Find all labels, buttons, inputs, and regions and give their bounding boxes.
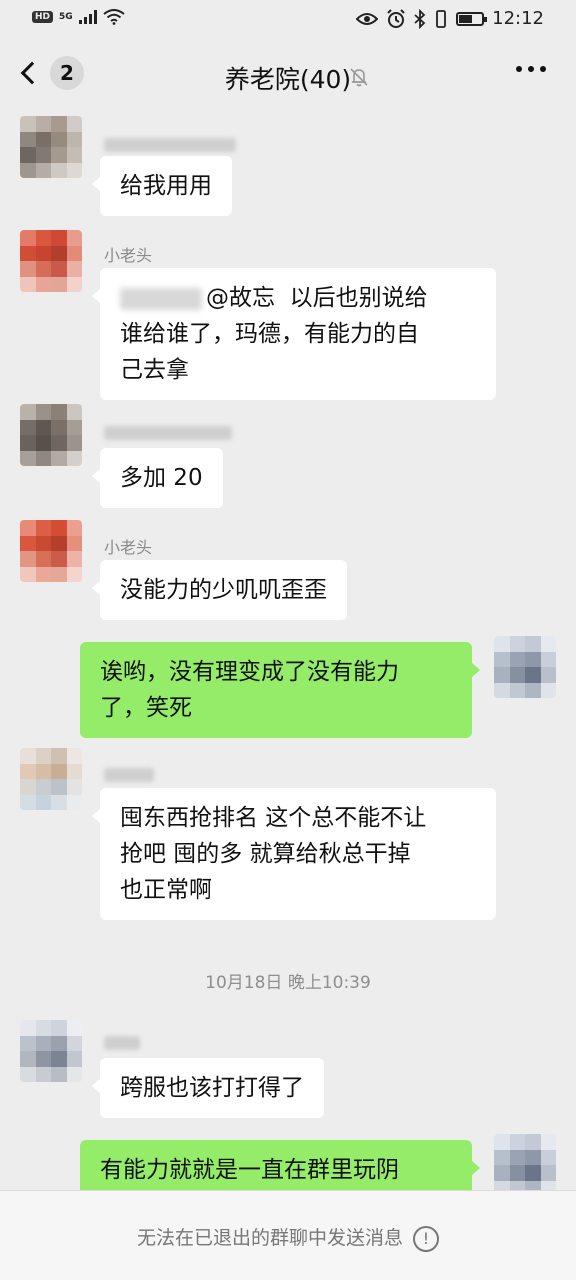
- avatar[interactable]: [20, 116, 82, 178]
- signal-icon: [78, 10, 97, 24]
- message-text: 谁给谁了，玛德，有能力的自: [120, 321, 419, 347]
- chat-title: 养老院(40): [224, 65, 352, 94]
- avatar[interactable]: [20, 748, 82, 810]
- message-text: 给我用用: [120, 173, 212, 199]
- message-text: 己去拿: [120, 357, 189, 383]
- network-label: 5G: [59, 12, 73, 22]
- message-bubble-sent[interactable]: 诶哟，没有理变成了没有能力 了，笑死: [80, 642, 480, 738]
- message-text: 有能力就就是一直在群里玩阴: [100, 1157, 399, 1183]
- more-icon[interactable]: [516, 66, 546, 72]
- mention-blurred: [120, 287, 202, 310]
- message-bubble[interactable]: 给我用用: [92, 156, 232, 216]
- sender-name: 小老头: [104, 246, 153, 265]
- message-text: 没能力的少叽叽歪歪: [120, 577, 327, 603]
- cannot-send-notice: 无法在已退出的群聊中发送消息: [136, 1227, 403, 1249]
- message-bubble[interactable]: @故忘 以后也别说给 谁给谁了，玛德，有能力的自 己去拿: [92, 268, 496, 400]
- message-bubble-sent[interactable]: 有能力就就是一直在群里玩阴: [80, 1140, 480, 1190]
- message-bubble[interactable]: 囤东西抢排名 这个总不能不让 抢吧 囤的多 就算给秋总干掉 也正常啊: [92, 788, 496, 920]
- bluetooth-icon: [414, 8, 426, 29]
- sender-name: 小老头: [104, 538, 153, 557]
- avatar[interactable]: [20, 520, 82, 582]
- message-list[interactable]: 给我用用 小老头 @故忘 以后也别说给 谁给谁了，玛德，有能力的自 己去拿 多加…: [0, 116, 576, 1190]
- info-icon[interactable]: !: [413, 1225, 439, 1252]
- wifi-icon: [103, 9, 125, 25]
- status-bar: HD 5G 12:12: [0, 0, 576, 40]
- avatar[interactable]: [20, 1020, 82, 1082]
- alarm-icon: [387, 8, 405, 28]
- message-text: 囤东西抢排名 这个总不能不让: [120, 805, 427, 831]
- mention-text: @故忘: [206, 285, 275, 311]
- sender-name-blurred: [104, 426, 232, 440]
- message-text: 了，笑死: [100, 695, 192, 721]
- avatar-self[interactable]: [494, 1134, 556, 1190]
- sender-name-blurred: [104, 1036, 140, 1050]
- message-text: 抢吧 囤的多 就算给秋总干掉: [120, 841, 411, 867]
- message-text: 多加 20: [120, 465, 203, 491]
- avatar-self[interactable]: [494, 636, 556, 698]
- message-bubble[interactable]: 没能力的少叽叽歪歪: [92, 560, 347, 620]
- input-disabled-bar: 无法在已退出的群聊中发送消息!: [0, 1190, 576, 1280]
- sender-name-blurred: [104, 138, 236, 152]
- hd-badge: HD: [32, 11, 54, 23]
- vibrate-icon: [436, 9, 447, 28]
- message-text: 也正常啊: [120, 877, 212, 903]
- status-time: 12:12: [492, 8, 544, 29]
- avatar[interactable]: [20, 404, 82, 466]
- message-text: 以后也别说给: [289, 285, 428, 311]
- sender-name-blurred: [104, 768, 154, 782]
- message-bubble[interactable]: 多加 20: [92, 448, 223, 508]
- timestamp: 10月18日 晚上10:39: [205, 973, 371, 993]
- message-text: 诶哟，没有理变成了没有能力: [100, 659, 399, 685]
- avatar[interactable]: [20, 230, 82, 292]
- message-bubble[interactable]: 跨服也该打打得了: [92, 1058, 324, 1118]
- battery-icon: [456, 11, 488, 26]
- chat-header: 2 养老院(40): [0, 40, 576, 116]
- eye-icon: [356, 12, 379, 25]
- message-text: 跨服也该打打得了: [120, 1075, 304, 1101]
- bell-off-icon: [350, 68, 368, 87]
